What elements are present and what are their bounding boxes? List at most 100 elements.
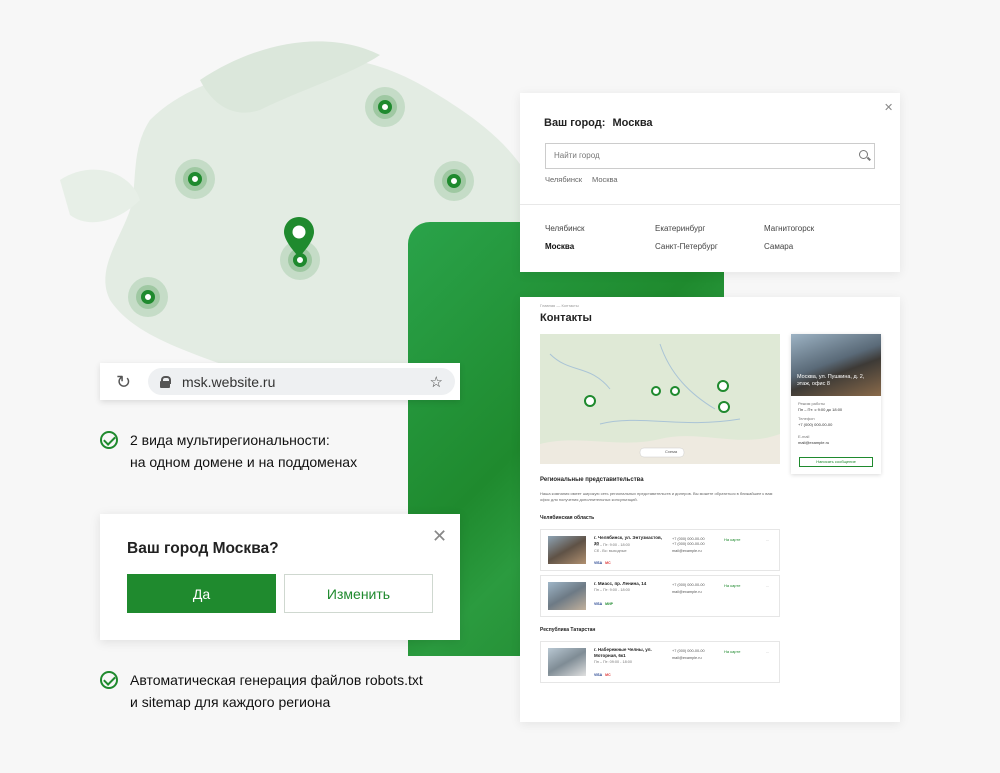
city-option[interactable]: Санкт-Петербург <box>655 242 718 251</box>
breadcrumb[interactable]: Главная — Контакты <box>540 303 579 308</box>
section-title: Региональные представительства <box>540 477 644 483</box>
route-link[interactable]: На карте <box>724 649 740 654</box>
office-hours: Пн – Пт: 09:00 - 18:00 <box>594 660 633 664</box>
office-caption: Москва, ул. Пушкина, д. 2, этаж, офис 8 <box>797 374 865 387</box>
recent-city[interactable]: Челябинск <box>545 175 582 184</box>
city-option-selected[interactable]: Москва <box>545 242 574 251</box>
close-icon[interactable]: ✕ <box>884 99 893 117</box>
office-hours: Пн – Пт: с 9:00 до 18:00 <box>798 407 843 412</box>
contacts-map[interactable]: Схема <box>540 334 780 464</box>
office-email[interactable]: mail@example.ru <box>798 440 829 445</box>
map-pin[interactable] <box>717 380 729 392</box>
office-address: г. Набережные Челны, ул. Моторная, 6к1 <box>594 647 652 658</box>
office-extra: Сб - Вс: выходные <box>594 549 627 553</box>
city-search-input[interactable]: Найти город <box>545 143 875 169</box>
feature-item: Автоматическая генерация файлов robots.t… <box>100 669 423 713</box>
office-row[interactable]: г. Челябинск, ул. Энтузиастов, 30 Пн – П… <box>540 529 780 571</box>
office-thumbnail <box>548 582 586 610</box>
more-icon[interactable]: ... <box>766 649 769 654</box>
city-option[interactable]: Магнитогорск <box>764 224 814 233</box>
search-icon[interactable] <box>859 150 868 159</box>
search-placeholder: Найти город <box>554 151 600 160</box>
region-title: Челябинская область <box>540 515 595 521</box>
city-option[interactable]: Челябинск <box>545 224 584 233</box>
map-pin[interactable] <box>718 401 730 413</box>
office-hours-label: Режим работы <box>798 401 826 406</box>
map-terrain <box>540 343 780 464</box>
office-email[interactable]: mail@example.ru <box>672 549 702 553</box>
feature-line: Автоматическая генерация файлов robots.t… <box>130 672 423 688</box>
lock-icon <box>160 375 171 388</box>
office-email-label: E-mail <box>798 434 810 439</box>
office-phone[interactable]: +7 (000) 000-00-00 <box>672 542 705 546</box>
change-city-button[interactable]: Изменить <box>284 574 433 613</box>
section-text: Наша компания имеет широкую сеть региона… <box>540 491 773 502</box>
more-icon[interactable]: ... <box>766 583 769 588</box>
title-city: Москва <box>612 117 653 129</box>
url-field[interactable]: msk.website.ru ☆ <box>148 368 455 395</box>
office-phone[interactable]: +7 (000) 000-00-00 <box>798 422 832 427</box>
more-icon[interactable]: ... <box>766 537 769 542</box>
office-hours: Пн – Пт: 9:00 - 18:00 <box>594 588 630 592</box>
mir-icon: МИР <box>605 602 613 606</box>
check-circle-icon <box>100 431 118 449</box>
check-circle-icon <box>100 671 118 689</box>
page-title: Контакты <box>540 312 592 324</box>
active-location-marker-icon <box>284 217 314 257</box>
payment-icons: VISA MC <box>594 673 611 677</box>
office-card: Москва, ул. Пушкина, д. 2, этаж, офис 8 … <box>791 334 881 474</box>
map-pin <box>175 159 215 199</box>
office-photo: Москва, ул. Пушкина, д. 2, этаж, офис 8 <box>791 334 881 396</box>
map-pin[interactable] <box>670 386 680 396</box>
region-title: Республика Татарстан <box>540 627 596 633</box>
route-link[interactable]: На карте <box>724 537 740 542</box>
visa-icon: VISA <box>594 673 603 677</box>
visa-icon: VISA <box>594 561 603 565</box>
feature-line: 2 вида мультирегиональности: <box>130 432 330 448</box>
map-pin <box>434 161 474 201</box>
office-phone-label: Телефон <box>798 416 815 421</box>
payment-icons: VISA МИР <box>594 602 613 606</box>
mastercard-icon: MC <box>605 673 611 677</box>
map-scheme-control[interactable]: Схема <box>665 449 677 454</box>
office-email[interactable]: mail@example.ru <box>672 590 702 594</box>
map-pin <box>365 87 405 127</box>
city-selection-panel: ✕ Ваш город: Москва Найти город Челябинс… <box>520 93 900 272</box>
reload-icon[interactable]: ↻ <box>116 373 134 391</box>
map-pin[interactable] <box>651 386 661 396</box>
office-address: г. Миасс, пр. Ленина, 14 <box>594 581 647 586</box>
office-thumbnail <box>548 536 586 564</box>
office-row[interactable]: г. Набережные Челны, ул. Моторная, 6к1 П… <box>540 641 780 683</box>
yes-button[interactable]: Да <box>127 574 276 613</box>
office-hours: Пн – Пт: 9:00 - 18:00 <box>594 543 630 547</box>
title-prefix: Ваш город: <box>544 117 606 129</box>
close-icon[interactable]: ✕ <box>432 527 447 545</box>
recent-city[interactable]: Москва <box>592 175 618 184</box>
mastercard-icon: MC <box>605 561 611 565</box>
city-option[interactable]: Екатеринбург <box>655 224 705 233</box>
browser-address-bar: ↻ msk.website.ru ☆ <box>100 363 460 400</box>
url-text: msk.website.ru <box>182 373 276 390</box>
office-email[interactable]: mail@example.ru <box>672 656 702 660</box>
city-option[interactable]: Самара <box>764 242 793 251</box>
office-phone[interactable]: +7 (000) 000-00-00 <box>672 537 705 541</box>
feature-item: 2 вида мультирегиональности: на одном до… <box>100 429 357 473</box>
visa-icon: VISA <box>594 602 603 606</box>
payment-icons: VISA MC <box>594 561 611 565</box>
send-message-button[interactable]: Написать сообщение <box>799 457 873 467</box>
panel-title: Ваш город: Москва <box>544 117 653 129</box>
route-link[interactable]: На карте <box>724 583 740 588</box>
dialog-question: Ваш город Москва? <box>127 540 279 557</box>
office-phone[interactable]: +7 (000) 000-00-00 <box>672 583 705 587</box>
office-phone[interactable]: +7 (000) 000-00-00 <box>672 649 705 653</box>
office-thumbnail <box>548 648 586 676</box>
map-pin[interactable] <box>584 395 596 407</box>
feature-line: и sitemap для каждого региона <box>130 694 331 710</box>
office-row[interactable]: г. Миасс, пр. Ленина, 14 Пн – Пт: 9:00 -… <box>540 575 780 617</box>
contacts-page-preview: Главная — Контакты Контакты Схема Москва… <box>520 297 900 722</box>
bookmark-star-icon[interactable]: ☆ <box>430 373 443 391</box>
feature-line: на одном домене и на поддоменах <box>130 454 358 470</box>
divider <box>520 204 900 205</box>
city-confirm-dialog: Ваш город Москва? ✕ Да Изменить <box>100 514 460 640</box>
map-pin <box>128 277 168 317</box>
